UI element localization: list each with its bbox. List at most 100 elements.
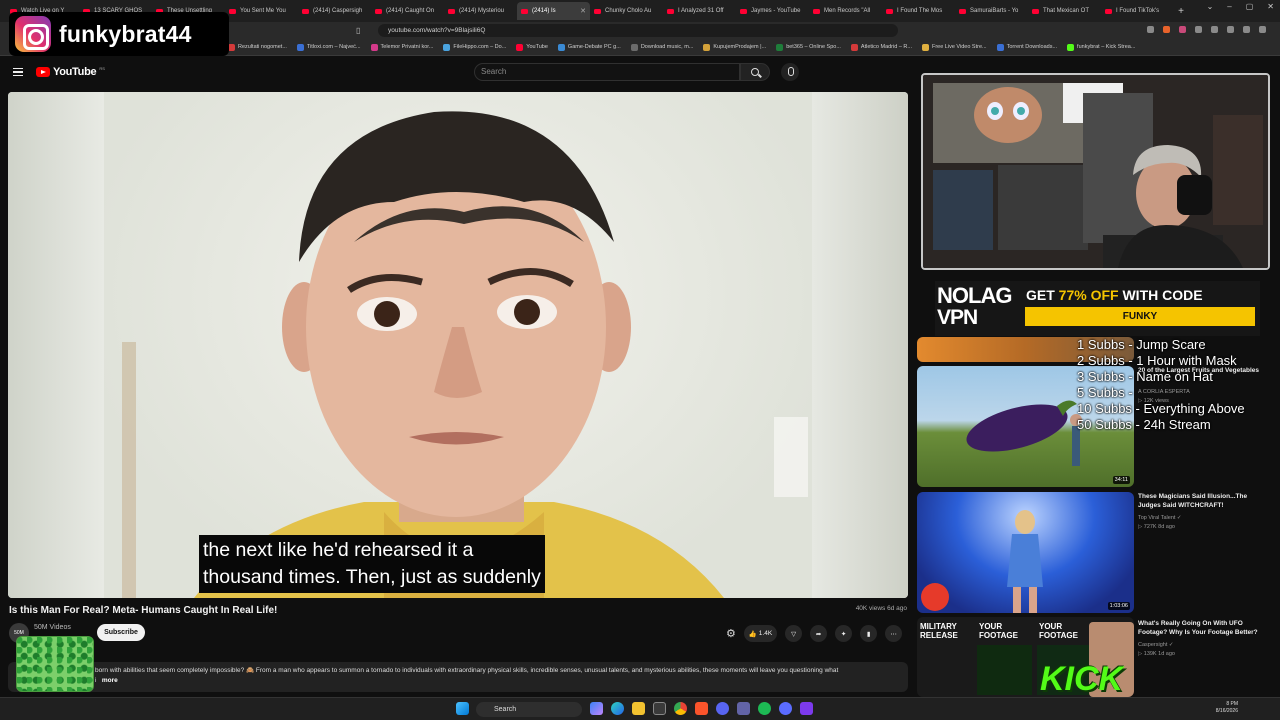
video-player[interactable]: the next like he'd rehearsed it a thousa… [8,92,908,598]
browser-tab-active[interactable]: (2414) Is ✕ [517,2,590,20]
maximize-button[interactable]: ▢ [1246,2,1254,11]
taskbar-search[interactable]: Search [476,702,582,717]
subscribe-button[interactable]: Subscribe [97,624,145,641]
rewards-icon[interactable] [1179,26,1186,33]
related-video-title[interactable]: These Magicians Said Illusion...The Judg… [1138,493,1268,510]
bookmark-item[interactable]: Game-Debate PC g... [557,43,621,51]
sparkle-icon[interactable]: ✦ [835,625,853,642]
menu-hamburger-icon[interactable] [13,68,23,76]
gear-icon[interactable]: ⚙ [726,627,736,640]
chrome-icon[interactable] [674,702,687,715]
bookmark-item[interactable]: funkybrat – Kick Strea... [1067,43,1135,51]
instagram-overlay: funkybrat44 [9,12,229,56]
save-icon[interactable]: ▮ [860,625,878,642]
minimize-button[interactable]: – [1227,2,1231,11]
browser-tab[interactable]: I Found TikTok's [1101,2,1174,20]
like-button[interactable]: 👍 1.4K [743,625,778,642]
youtube-favicon-icon [1032,8,1039,14]
sub-goal: 10 Subbs - Everything Above [1077,401,1245,416]
browser-tab[interactable]: (2414) Caught On [371,2,444,20]
browser-tab[interactable]: (2414) Caspersigh [298,2,371,20]
sub-goal: 1 Subbs - Jump Scare [1077,337,1206,352]
related-video-thumbnail[interactable]: 1:03:06 [917,492,1134,613]
brave-icon[interactable] [695,702,708,715]
spotify-icon[interactable] [758,702,771,715]
tab-label: I Analyzed 31 Off [678,8,724,14]
bookmark-item[interactable]: Torrent Downloads... [996,43,1057,51]
search-button[interactable] [740,63,770,81]
file-explorer-icon[interactable] [632,702,645,715]
promo-code: FUNKY [1025,307,1255,326]
bookmark-item[interactable]: YouTube [516,43,548,51]
youtube-logo[interactable]: YouTube RS [36,66,105,78]
browser-tab[interactable]: I Analyzed 31 Off [663,2,736,20]
video-pillarbox-right [812,92,908,598]
url-field[interactable]: youtube.com/watch?v=9Blajsili6Q [378,24,898,37]
copilot-icon[interactable] [590,702,603,715]
bookmark-item[interactable]: Atletico Madrid – R... [850,43,912,51]
instagram-handle: funkybrat44 [59,20,192,47]
bookmark-item[interactable]: bet365 – Online Spo... [776,43,841,51]
taskbar-clock[interactable]: 8 PM 8/16/2026 [1216,701,1238,715]
store-icon[interactable] [653,702,666,715]
vpn-icon[interactable] [1243,26,1250,33]
close-window-button[interactable]: ✕ [1267,2,1274,11]
browser-tab[interactable]: I Found The Mos [882,2,955,20]
sidebar-icon[interactable] [1211,26,1218,33]
bookmark-item[interactable]: Download music, m... [630,43,693,51]
windows-start-icon[interactable] [456,702,469,715]
messenger-icon[interactable] [779,702,792,715]
clock-time: 8 PM [1226,701,1238,707]
new-tab-button[interactable]: + [1174,6,1188,17]
voice-search-icon[interactable] [781,63,799,81]
youtube-favicon-icon [740,8,747,14]
browser-tab[interactable]: Chunky Cholo Au [590,2,663,20]
view-count: 40K views 6d ago [855,605,907,612]
browser-tab[interactable]: (2414) Mysteriou [444,2,517,20]
bookmark-favicon-icon [703,43,711,51]
duration-badge: 34:11 [1112,476,1130,484]
related-video-title[interactable]: What's Really Going On With UFO Footage?… [1138,620,1268,637]
tab-label: You Sent Me You [240,8,286,14]
bookmark-star-icon[interactable]: ▯ [356,26,360,35]
dislike-icon[interactable]: ▽ [785,625,803,642]
bookmark-favicon-icon [996,43,1004,51]
share-icon[interactable]: ➦ [810,625,828,642]
video-description[interactable]: born with abilities that seem completely… [8,662,908,692]
browser-tab[interactable]: You Sent Me You [225,2,298,20]
bookmark-item[interactable]: FileHippo.com – Do... [443,43,506,51]
teams-icon[interactable] [737,702,750,715]
taskbar-app-icons [590,702,813,715]
related-video-meta: ▷ 139K 1d ago [1138,651,1175,657]
youtube-favicon-icon [813,8,820,14]
youtube-favicon-icon [302,8,309,14]
more-actions-icon[interactable]: ⋯ [885,625,903,642]
wallet-icon[interactable] [1227,26,1234,33]
bookmark-item[interactable]: Rezultati nogomet... [228,43,287,51]
close-tab-icon[interactable]: ✕ [580,7,586,15]
browser-tab[interactable]: Men Records "All [809,2,882,20]
tab-label: That Mexican OT [1043,8,1090,14]
tab-label: (2414) Is [532,8,556,14]
browser-tab[interactable]: Jaymes - YouTube [736,2,809,20]
browser-tab[interactable]: SamuraiBarts - Yo [955,2,1028,20]
app-icon[interactable] [800,702,813,715]
more-link[interactable]: more [102,677,118,684]
bookmark-item[interactable]: Telemor Privatni kor... [370,43,433,51]
subtitle-line: the next like he'd rehearsed it a [203,539,474,561]
cast-icon[interactable] [1147,26,1154,33]
bookmark-item[interactable]: KupujemProdajem |... [703,43,766,51]
youtube-favicon-icon [448,8,455,14]
bookmark-item[interactable]: Free Live Video Stre... [921,43,987,51]
search-input[interactable]: Search [474,63,740,81]
extension-icon[interactable] [1195,26,1202,33]
edge-icon[interactable] [611,702,624,715]
discord-icon[interactable] [716,702,729,715]
youtube-favicon-icon [959,8,966,14]
sub-goals-overlay: 1 Subbs - Jump Scare 2 Subbs - 1 Hour wi… [1077,337,1245,433]
menu-icon[interactable] [1259,26,1266,33]
bookmark-item[interactable]: Titloxi.com – Najveć... [296,43,361,51]
browser-tab[interactable]: That Mexican OT [1028,2,1101,20]
tab-search-icon[interactable]: ⌄ [1207,2,1214,11]
brave-shield-icon[interactable] [1163,26,1170,33]
